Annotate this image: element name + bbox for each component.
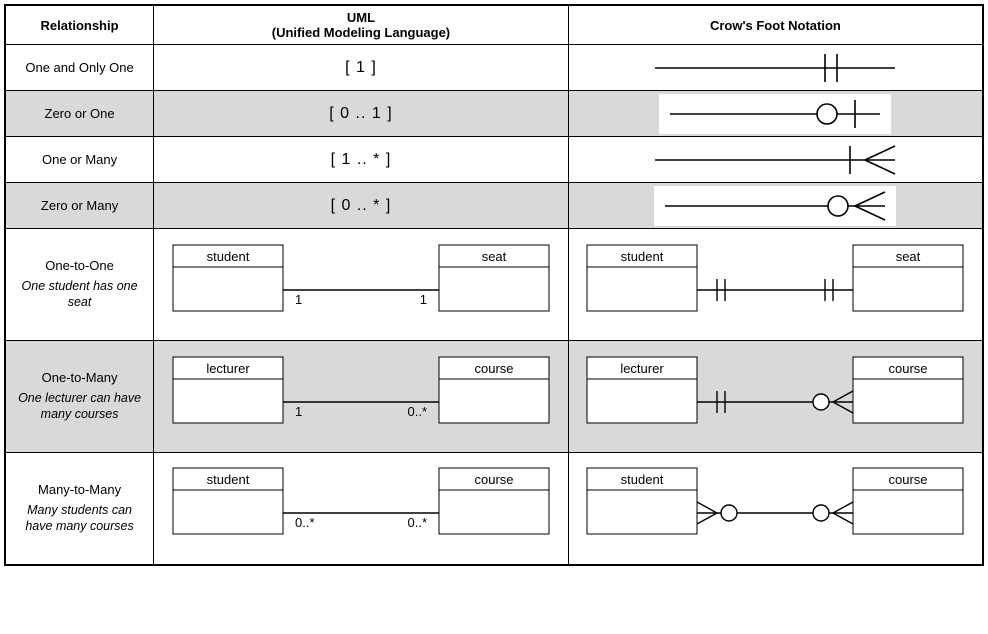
- svg-text:course: course: [474, 472, 513, 487]
- r1-uml: [ 1 ]: [154, 45, 569, 91]
- r5-uml-diagram: student seat 1 1: [154, 229, 569, 341]
- svg-text:student: student: [621, 249, 664, 264]
- crow-one-to-one-diagram: student seat: [575, 235, 975, 335]
- uml-many-to-many-diagram: student course 0..* 0..*: [161, 458, 561, 558]
- svg-text:student: student: [207, 472, 250, 487]
- uml-one-to-one-diagram: student seat 1 1: [161, 235, 561, 335]
- svg-text:0..*: 0..*: [295, 515, 315, 530]
- row-zero-or-one: Zero or One [ 0 .. 1 ]: [5, 91, 983, 137]
- r5-uml-left-card: 1: [295, 292, 302, 307]
- svg-text:student: student: [621, 472, 664, 487]
- r6-crow-diagram: lecturer course: [568, 341, 983, 453]
- header-crowsfoot: Crow's Foot Notation: [568, 5, 983, 45]
- row-one-and-only-one: One and Only One [ 1 ]: [5, 45, 983, 91]
- r2-label-text: Zero or One: [45, 106, 115, 121]
- header-uml-subtitle: (Unified Modeling Language): [160, 25, 562, 40]
- r3-uml: [ 1 .. * ]: [154, 137, 569, 183]
- r2-label: Zero or One: [5, 91, 154, 137]
- r1-label: One and Only One: [5, 45, 154, 91]
- svg-text:0..*: 0..*: [407, 515, 427, 530]
- r7-label-cell: Many-to-Many Many students can have many…: [5, 453, 154, 565]
- r3-label: One or Many: [5, 137, 154, 183]
- r6-label-cell: One-to-Many One lecturer can have many c…: [5, 341, 154, 453]
- r4-label: Zero or Many: [5, 183, 154, 229]
- r2-uml-text: [ 0 .. 1 ]: [329, 105, 392, 122]
- r3-uml-text: [ 1 .. * ]: [331, 151, 392, 168]
- row-zero-or-many: Zero or Many [ 0 .. * ]: [5, 183, 983, 229]
- header-uml-title: UML: [160, 10, 562, 25]
- r4-uml-text: [ 0 .. * ]: [331, 197, 392, 214]
- row-one-to-many: One-to-Many One lecturer can have many c…: [5, 341, 983, 453]
- one-and-only-one-icon: [645, 48, 905, 88]
- svg-text:1: 1: [295, 404, 302, 419]
- r5-uml-right-card: 1: [420, 292, 427, 307]
- header-relationship: Relationship: [5, 5, 154, 45]
- r1-crowsfoot: [568, 45, 983, 91]
- r5-label-cell: One-to-One One student has one seat: [5, 229, 154, 341]
- zero-or-one-icon: [665, 96, 885, 132]
- r7-crow-diagram: student course: [568, 453, 983, 565]
- svg-text:course: course: [889, 361, 928, 376]
- row-one-to-one: One-to-One One student has one seat stud…: [5, 229, 983, 341]
- zero-or-many-icon: [660, 188, 890, 224]
- header-row: Relationship UML (Unified Modeling Langu…: [5, 5, 983, 45]
- r1-label-text: One and Only One: [25, 60, 133, 75]
- row-many-to-many: Many-to-Many Many students can have many…: [5, 453, 983, 565]
- r4-uml: [ 0 .. * ]: [154, 183, 569, 229]
- r5-label: One-to-One: [12, 258, 147, 273]
- r7-label: Many-to-Many: [12, 482, 147, 497]
- header-uml: UML (Unified Modeling Language): [154, 5, 569, 45]
- r5-crow-diagram: student seat: [568, 229, 983, 341]
- r4-label-text: Zero or Many: [41, 198, 118, 213]
- row-one-or-many: One or Many [ 1 .. * ]: [5, 137, 983, 183]
- notation-comparison-table: Relationship UML (Unified Modeling Langu…: [4, 4, 984, 566]
- r5-uml-left-entity: student: [207, 249, 250, 264]
- r6-label: One-to-Many: [12, 370, 147, 385]
- r1-uml-text: [ 1 ]: [345, 59, 377, 76]
- r4-crowsfoot: [568, 183, 983, 229]
- svg-text:course: course: [474, 361, 513, 376]
- svg-text:lecturer: lecturer: [206, 361, 250, 376]
- r5-desc: One student has one seat: [12, 279, 147, 310]
- r3-label-text: One or Many: [42, 152, 117, 167]
- r2-uml: [ 0 .. 1 ]: [154, 91, 569, 137]
- svg-text:lecturer: lecturer: [621, 361, 665, 376]
- crow-many-to-many-diagram: student course: [575, 458, 975, 558]
- r3-crowsfoot: [568, 137, 983, 183]
- crow-one-to-many-diagram: lecturer course: [575, 347, 975, 447]
- one-or-many-icon: [645, 140, 905, 180]
- r2-crowsfoot: [568, 91, 983, 137]
- r6-uml-diagram: lecturer course 1 0..*: [154, 341, 569, 453]
- svg-text:0..*: 0..*: [407, 404, 427, 419]
- r5-uml-right-entity: seat: [482, 249, 507, 264]
- r7-uml-diagram: student course 0..* 0..*: [154, 453, 569, 565]
- uml-one-to-many-diagram: lecturer course 1 0..*: [161, 347, 561, 447]
- r7-desc: Many students can have many courses: [12, 503, 147, 534]
- svg-text:seat: seat: [896, 249, 921, 264]
- r6-desc: One lecturer can have many courses: [12, 391, 147, 422]
- svg-text:course: course: [889, 472, 928, 487]
